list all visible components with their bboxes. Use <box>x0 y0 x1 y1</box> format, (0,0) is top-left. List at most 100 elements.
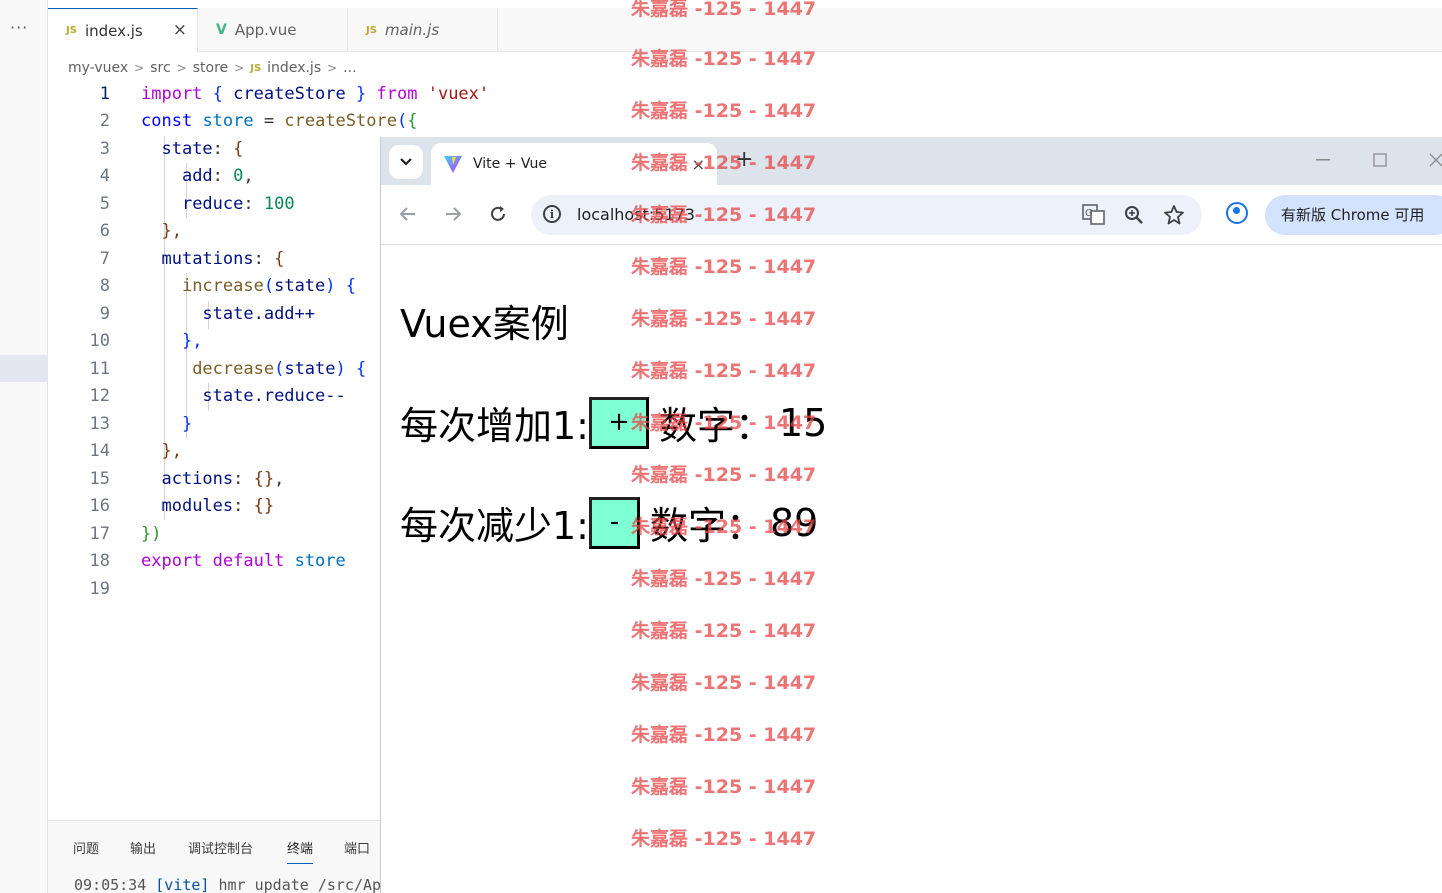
browser-tab[interactable]: Vite + Vue × <box>431 143 717 185</box>
breadcrumb-item[interactable]: my-vuex <box>68 60 128 76</box>
line-number: 14 <box>89 440 110 461</box>
line-number: 15 <box>89 468 110 489</box>
line-number: 8 <box>99 275 110 296</box>
breadcrumb-item[interactable]: src <box>150 60 170 76</box>
activity-bar: ··· <box>0 0 48 893</box>
chevron-right-icon: > <box>327 61 338 75</box>
forward-icon[interactable] <box>444 205 462 223</box>
new-tab-icon[interactable]: + <box>735 147 753 172</box>
code-line: 9 state.add++ <box>48 300 388 327</box>
line-number: 5 <box>99 193 110 214</box>
code-token: ( <box>263 275 275 296</box>
code-token: , <box>243 165 254 186</box>
line-number: 10 <box>89 330 110 351</box>
translate-icon[interactable]: G <box>1082 204 1106 226</box>
close-tab-icon[interactable]: × <box>173 20 187 40</box>
code-line: 13 } <box>48 410 388 437</box>
site-info-icon[interactable]: i <box>543 205 561 223</box>
bookmark-star-icon[interactable] <box>1163 204 1185 226</box>
increase-button[interactable]: + <box>588 396 649 449</box>
line-number: 18 <box>89 550 110 571</box>
browser-titlebar: Vite + Vue × + <box>381 137 1442 185</box>
address-bar[interactable]: i localhost:5173 G <box>531 195 1202 235</box>
reduce-value: 89 <box>770 500 819 545</box>
breadcrumb-item[interactable]: store <box>193 60 228 76</box>
tab-index-js[interactable]: JS index.js × <box>48 8 198 52</box>
decrease-button[interactable]: - <box>588 496 640 549</box>
code-line: 11 decrease(state) { <box>48 355 388 382</box>
code-token: ) <box>335 358 346 379</box>
chevron-down-icon <box>400 158 412 166</box>
chrome-update-button[interactable]: 有新版 Chrome 可用 <box>1265 195 1442 235</box>
maximize-icon[interactable] <box>1373 153 1387 167</box>
add-value: 15 <box>779 400 828 445</box>
code-line: 8 increase(state) { <box>48 272 388 299</box>
line-number: 3 <box>99 138 110 159</box>
code-token: { <box>212 83 223 104</box>
code-token: 100 <box>263 193 295 214</box>
back-icon[interactable] <box>399 205 417 223</box>
line-number: 6 <box>99 220 110 241</box>
breadcrumb-item[interactable]: index.js <box>267 60 321 76</box>
chevron-right-icon: > <box>234 61 245 75</box>
number-label: 数字： <box>658 404 773 448</box>
code-token: const <box>141 110 193 131</box>
code-token: state.reduce-- <box>202 385 346 406</box>
window-close-icon[interactable] <box>1429 153 1442 167</box>
code-token: store <box>202 110 254 131</box>
line-number: 17 <box>89 523 110 544</box>
code-token: from <box>376 83 418 104</box>
panel-tab-debug-console[interactable]: 调试控制台 <box>188 838 253 857</box>
js-file-icon: JS <box>250 62 262 74</box>
code-token: { <box>233 138 244 159</box>
code-token: : <box>253 248 264 269</box>
minimize-icon[interactable] <box>1316 159 1330 161</box>
line-number: 13 <box>89 413 110 434</box>
page-title: Vuex案例 <box>400 302 569 346</box>
js-file-icon: JS <box>366 24 377 36</box>
more-actions-icon[interactable]: ··· <box>10 18 28 37</box>
code-line: 10 }, <box>48 327 388 354</box>
tab-main-js[interactable]: JS main.js <box>348 8 498 52</box>
code-line: 4 add: 0, <box>48 162 388 189</box>
code-token: modules <box>161 495 234 516</box>
panel-tab-terminal[interactable]: 终端 <box>287 838 314 864</box>
panel-tab-problems[interactable]: 问题 <box>73 838 99 857</box>
tab-app-vue[interactable]: V App.vue <box>198 8 348 52</box>
code-token: add <box>181 165 213 186</box>
decrease-label: 每次减少1: <box>400 504 589 548</box>
watermark: 朱嘉磊 -125 - 1447 <box>631 100 817 122</box>
profile-icon[interactable] <box>1226 202 1248 224</box>
tab-search-button[interactable] <box>389 145 423 179</box>
code-token: state <box>274 275 326 296</box>
line-number: 11 <box>89 358 110 379</box>
terminal-tag: [vite] <box>155 876 210 893</box>
close-tab-icon[interactable]: × <box>692 155 705 174</box>
code-token: store <box>294 550 346 571</box>
code-token: }, <box>161 220 182 241</box>
increase-row: 每次增加1: + 数字： 15 <box>400 395 827 450</box>
line-number: 9 <box>99 303 110 324</box>
code-token: mutations <box>161 248 254 269</box>
code-token: reduce <box>181 193 244 214</box>
code-line: 15 actions: {}, <box>48 465 388 492</box>
url-text[interactable]: localhost:5173 <box>577 205 695 224</box>
bottom-panel: 问题 输出 调试控制台 终端 端口 09:05:34 [vite] hmr up… <box>48 820 382 893</box>
tab-label: main.js <box>384 21 440 39</box>
panel-tab-output[interactable]: 输出 <box>130 838 156 857</box>
decrease-row: 每次减少1: - 数字： 89 <box>400 495 818 550</box>
code-line: 5 reduce: 100 <box>48 190 388 217</box>
panel-tab-ports[interactable]: 端口 <box>344 838 370 857</box>
terminal-time: 09:05:34 <box>74 876 147 893</box>
code-token: createStore <box>233 83 346 104</box>
svg-text:G: G <box>1085 208 1093 219</box>
code-token: : <box>233 468 244 489</box>
code-token: ) <box>325 275 336 296</box>
reload-icon[interactable] <box>488 204 508 224</box>
code-editor[interactable]: 1 import { createStore } from 'vuex' 2 c… <box>48 80 490 820</box>
code-token: : <box>212 138 223 159</box>
breadcrumb-item[interactable]: ... <box>343 60 356 76</box>
zoom-icon[interactable] <box>1123 204 1145 226</box>
number-label: 数字： <box>649 504 764 548</box>
vue-file-icon: V <box>216 22 227 38</box>
